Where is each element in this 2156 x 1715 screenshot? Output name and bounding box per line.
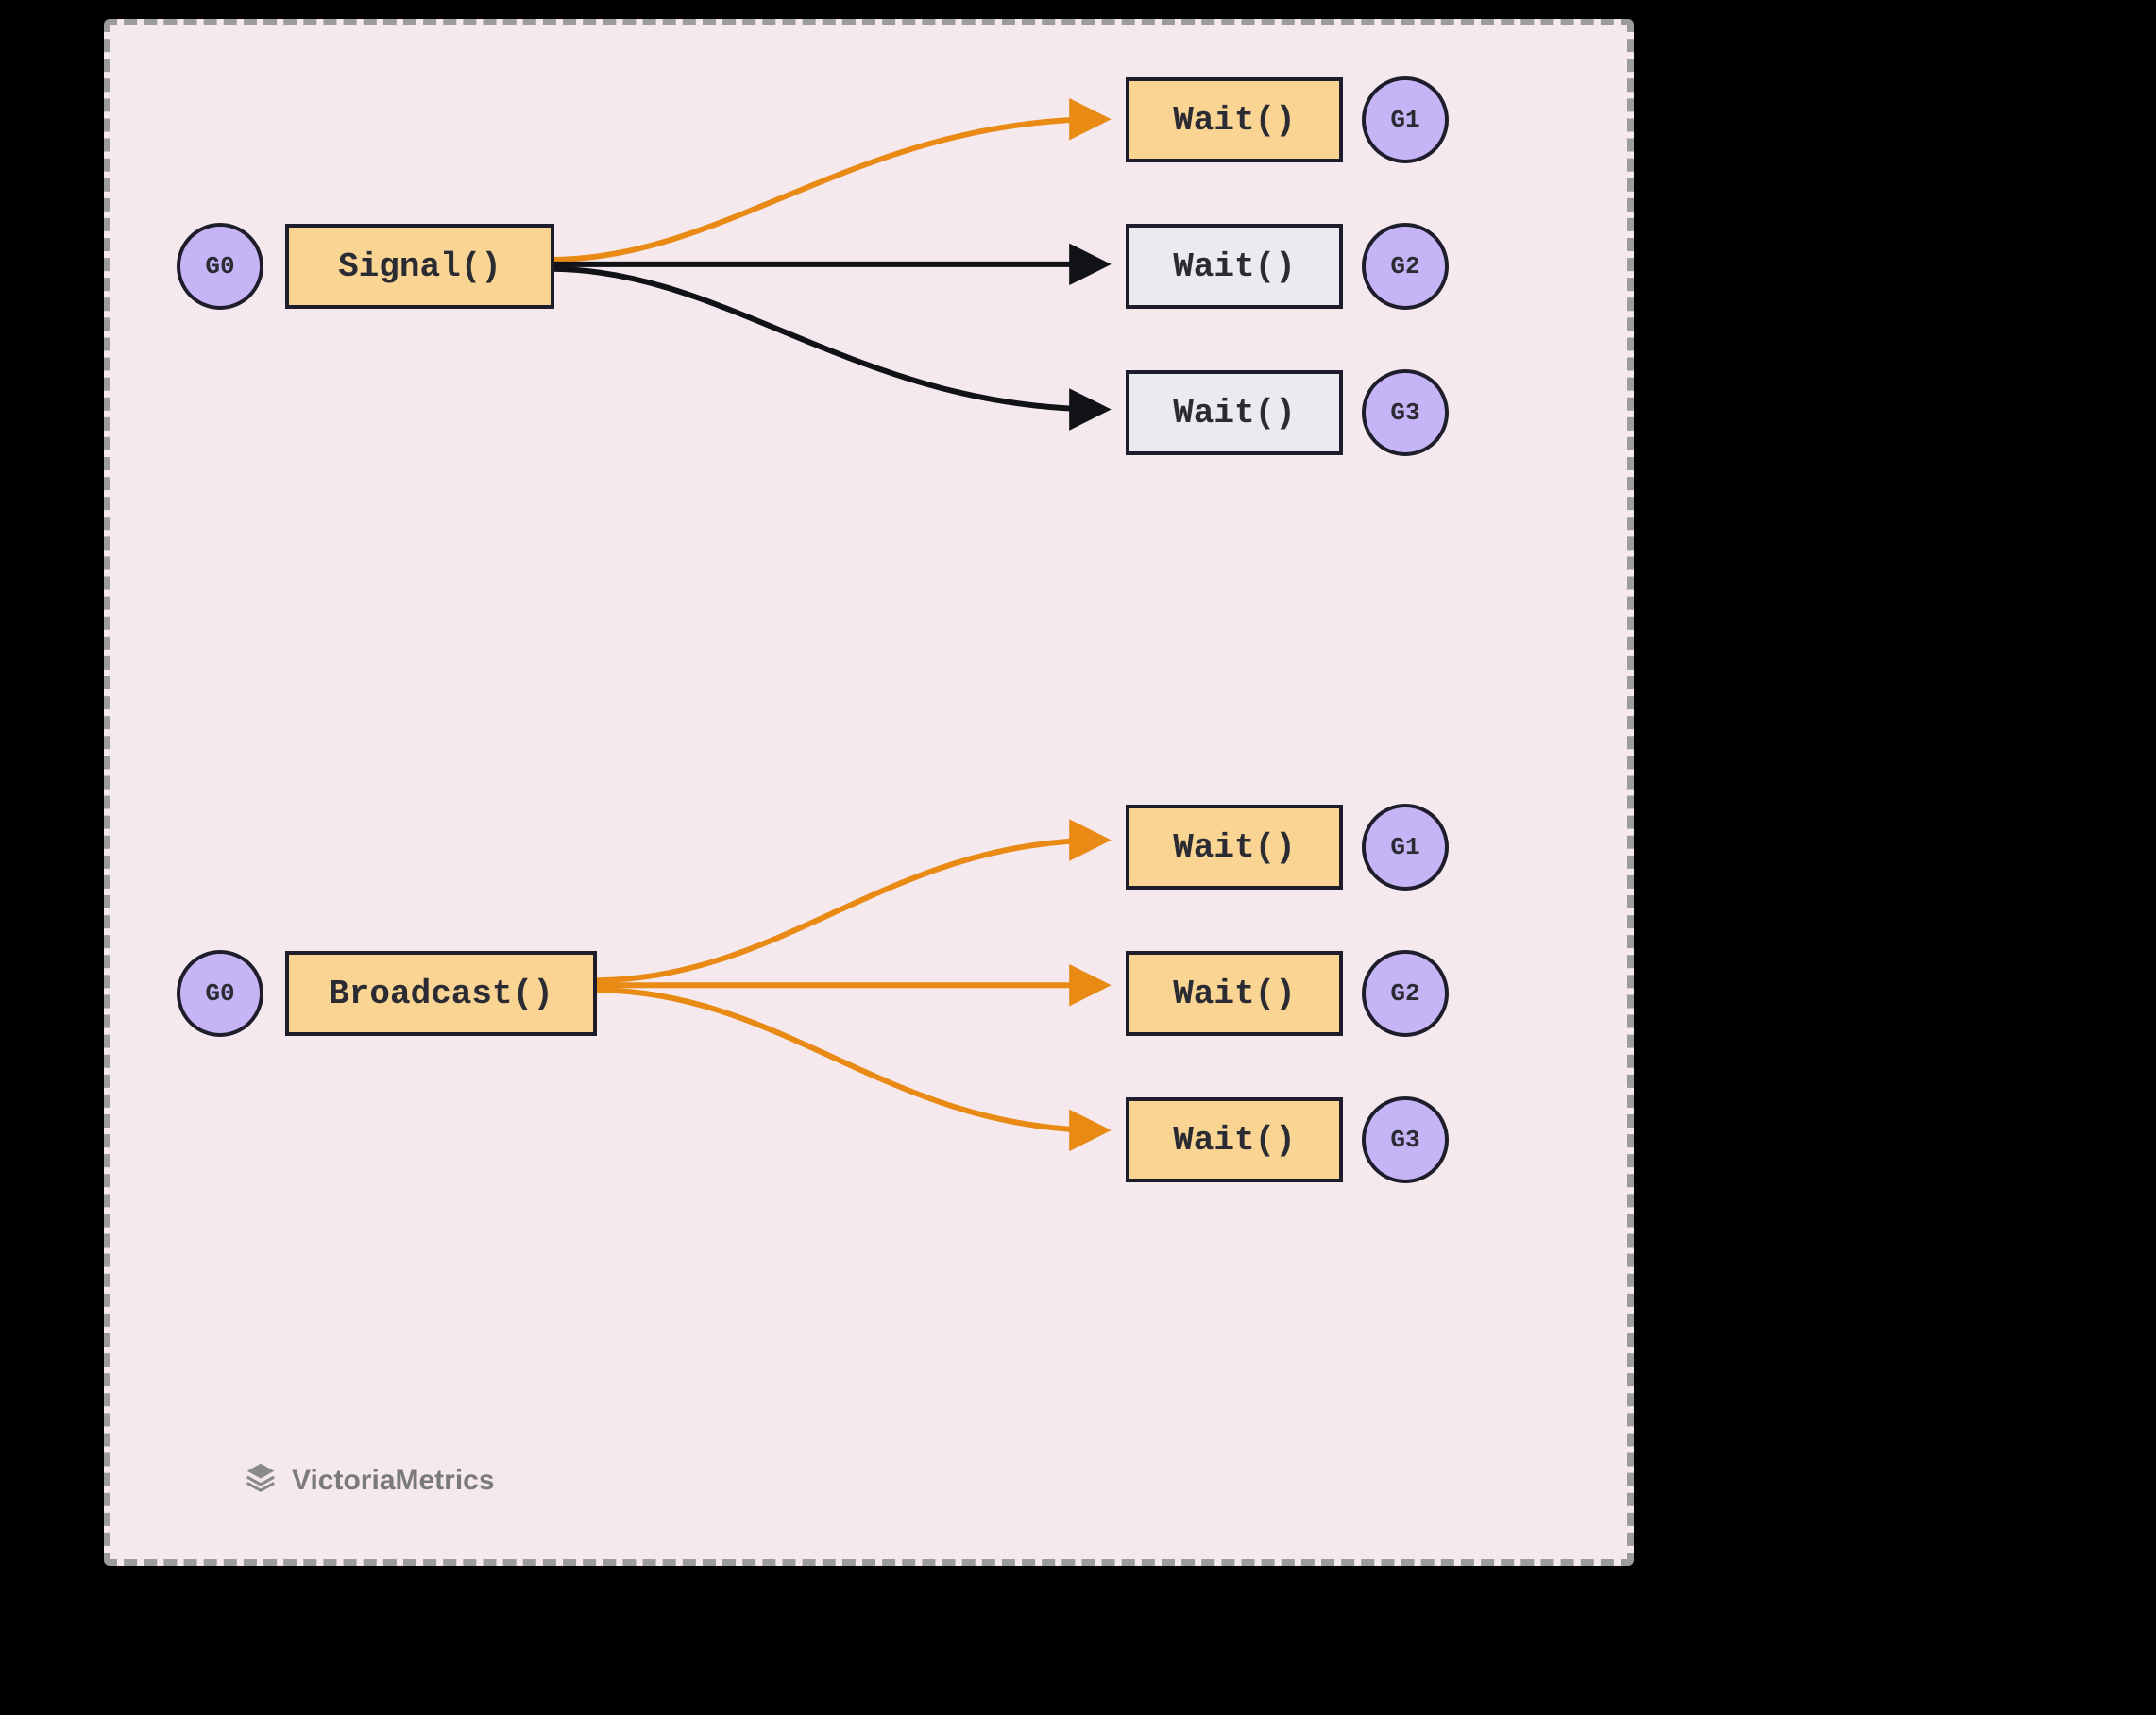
broadcast-wait-box-g1: Wait() xyxy=(1126,805,1343,890)
goroutine-circle-g3-signal: G3 xyxy=(1362,369,1449,456)
arrow-signal-g1 xyxy=(551,119,1103,260)
goroutine-label: G1 xyxy=(1390,106,1419,134)
method-label: Wait() xyxy=(1173,828,1296,867)
signal-wait-box-g3: Wait() xyxy=(1126,370,1343,455)
stage: G0 Signal() Wait() G1 Wait() G2 Wait() G… xyxy=(0,0,2156,1715)
goroutine-label: G2 xyxy=(1390,252,1419,280)
broadcast-method-box: Broadcast() xyxy=(285,951,597,1036)
method-label: Wait() xyxy=(1173,247,1296,286)
signal-wait-box-g2: Wait() xyxy=(1126,224,1343,309)
arrow-signal-g3 xyxy=(551,269,1103,410)
goroutine-circle-g0-broadcast: G0 xyxy=(177,950,263,1037)
goroutine-label: G0 xyxy=(205,252,234,280)
method-label: Signal() xyxy=(338,247,501,286)
goroutine-circle-g2-broadcast: G2 xyxy=(1362,950,1449,1037)
signal-wait-box-g1: Wait() xyxy=(1126,77,1343,162)
goroutine-label: G2 xyxy=(1390,979,1419,1008)
method-label: Wait() xyxy=(1173,394,1296,433)
goroutine-circle-g1-broadcast: G1 xyxy=(1362,804,1449,891)
branding: VictoriaMetrics xyxy=(243,1459,495,1503)
signal-method-box: Signal() xyxy=(285,224,554,309)
goroutine-circle-g2-signal: G2 xyxy=(1362,223,1449,310)
goroutine-label: G3 xyxy=(1390,1126,1419,1154)
method-label: Wait() xyxy=(1173,975,1296,1013)
goroutine-circle-g1-signal: G1 xyxy=(1362,76,1449,163)
broadcast-wait-box-g2: Wait() xyxy=(1126,951,1343,1036)
layers-icon xyxy=(243,1459,279,1503)
goroutine-label: G3 xyxy=(1390,399,1419,427)
method-label: Wait() xyxy=(1173,101,1296,140)
arrow-broadcast-g3 xyxy=(593,990,1103,1130)
goroutine-circle-g0-signal: G0 xyxy=(177,223,263,310)
method-label: Wait() xyxy=(1173,1121,1296,1160)
goroutine-circle-g3-broadcast: G3 xyxy=(1362,1096,1449,1183)
diagram-panel: G0 Signal() Wait() G1 Wait() G2 Wait() G… xyxy=(104,19,1634,1566)
method-label: Broadcast() xyxy=(329,975,553,1013)
arrow-broadcast-g1 xyxy=(593,841,1103,981)
goroutine-label: G0 xyxy=(205,979,234,1008)
broadcast-wait-box-g3: Wait() xyxy=(1126,1097,1343,1182)
goroutine-label: G1 xyxy=(1390,833,1419,861)
branding-label: VictoriaMetrics xyxy=(292,1465,495,1497)
